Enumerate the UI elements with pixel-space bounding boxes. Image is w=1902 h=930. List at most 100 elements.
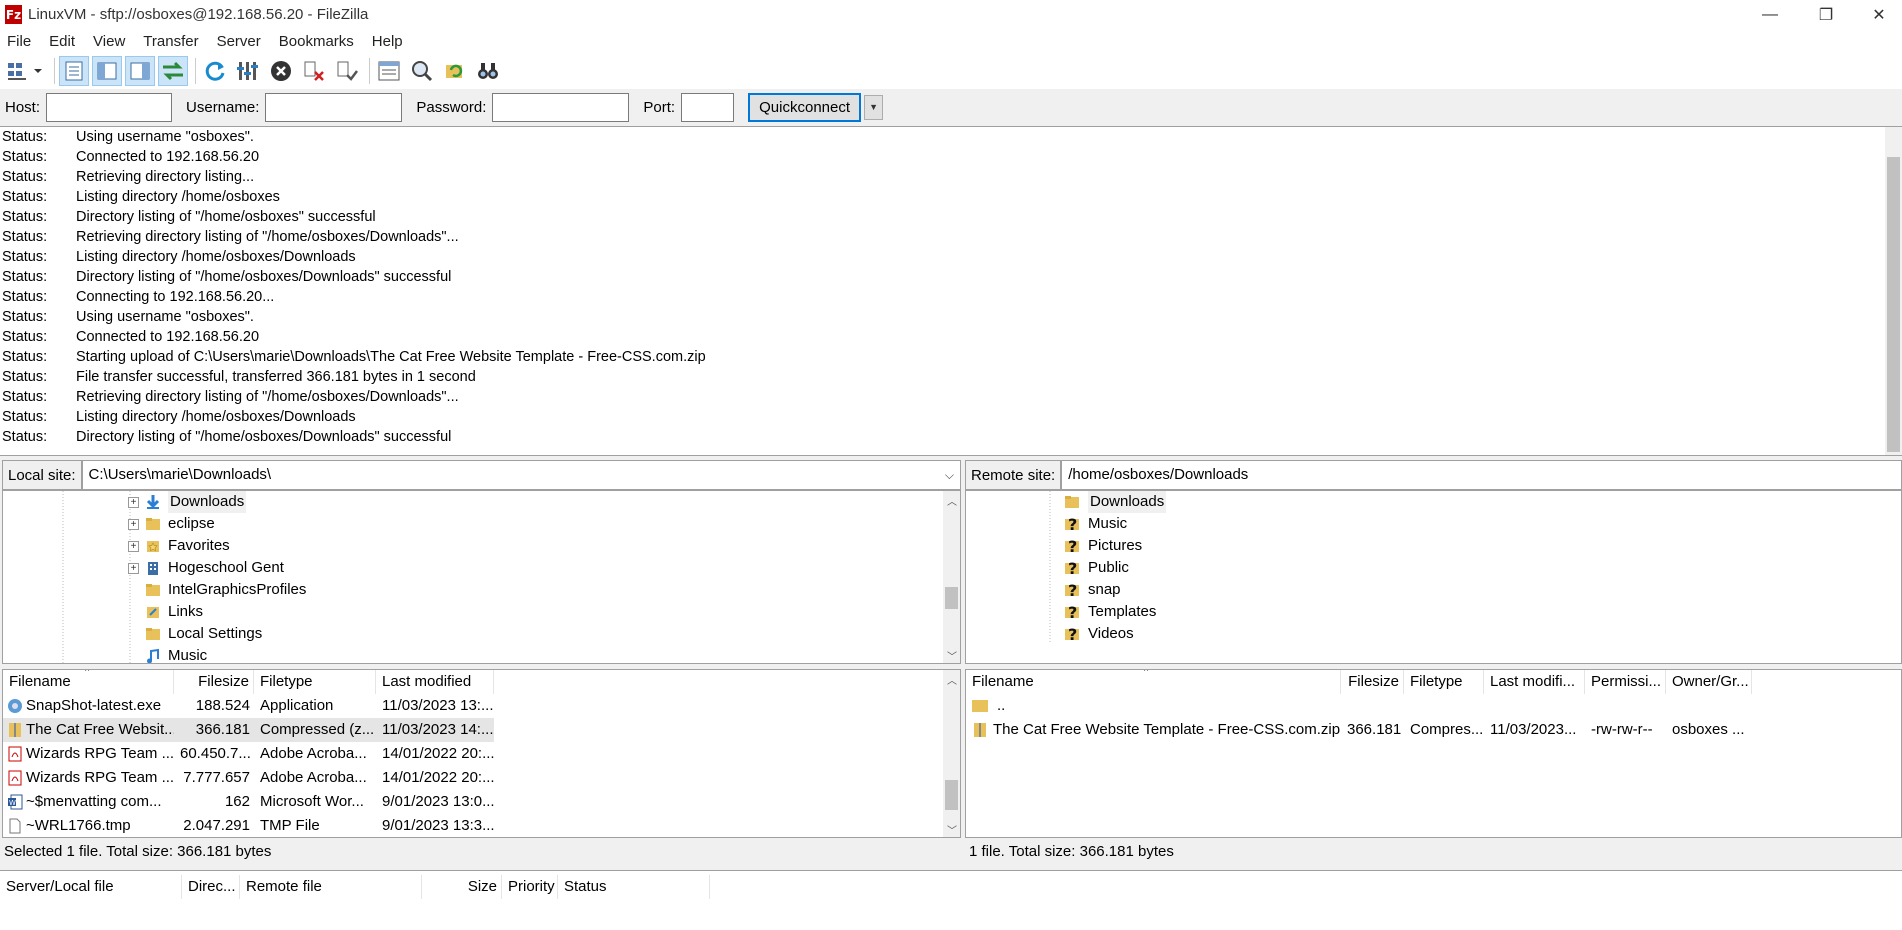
- remote-tree-item[interactable]: ? snap: [1064, 579, 1121, 601]
- column-permissions[interactable]: Permissi...: [1585, 670, 1666, 694]
- column-filetype[interactable]: Filetype: [254, 670, 376, 694]
- column-size[interactable]: Size: [422, 875, 502, 899]
- scroll-down-arrow-icon[interactable]: ﹀: [947, 822, 957, 837]
- local-tree-item[interactable]: + eclipse: [128, 513, 215, 535]
- menu-help[interactable]: Help: [363, 33, 412, 50]
- column-server-local-file[interactable]: Server/Local file: [0, 875, 182, 899]
- close-button[interactable]: ✕: [1856, 0, 1902, 29]
- local-directory-tree[interactable]: + Downloads + eclipse + Favorites + Hogeschool …: [2, 490, 961, 664]
- local-file-list[interactable]: Filename Filesize Filetype Last modified…: [2, 669, 961, 838]
- remote-tree-item[interactable]: ? Public: [1064, 557, 1129, 579]
- log-entry-message: Directory listing of "/home/osboxes" suc…: [76, 209, 376, 225]
- minimize-button[interactable]: —: [1747, 0, 1793, 29]
- column-filesize[interactable]: Filesize: [174, 670, 254, 694]
- search-files-button[interactable]: [473, 56, 503, 86]
- expand-plus-icon[interactable]: +: [128, 562, 139, 574]
- toggle-comparison-button[interactable]: [407, 56, 437, 86]
- remote-file-row[interactable]: The Cat Free Website Template - Free-CSS…: [966, 718, 1752, 742]
- remote-file-list[interactable]: Filename Filesize Filetype Last modifi..…: [965, 669, 1902, 838]
- local-list-scroll-thumb[interactable]: [945, 780, 958, 810]
- expand-plus-icon[interactable]: +: [128, 540, 139, 552]
- local-path-combobox[interactable]: C:\Users\marie\Downloads\ ⌵: [81, 460, 961, 490]
- port-input[interactable]: [681, 92, 735, 122]
- menu-view[interactable]: View: [84, 33, 134, 50]
- transfer-queue[interactable]: Server/Local file Direc... Remote file S…: [0, 870, 1902, 930]
- local-list-scrollbar[interactable]: ︿ ﹀: [943, 670, 960, 837]
- maximize-button[interactable]: ❐: [1803, 0, 1849, 29]
- host-input[interactable]: [46, 92, 173, 122]
- file-type: TMP File: [260, 817, 320, 834]
- local-tree-item[interactable]: + Downloads: [128, 491, 247, 513]
- menu-transfer[interactable]: Transfer: [134, 33, 207, 50]
- column-remote-file[interactable]: Remote file: [240, 875, 422, 899]
- toggle-local-tree-button[interactable]: [92, 56, 122, 86]
- toggle-transfer-queue-button[interactable]: [158, 56, 188, 86]
- remote-tree-item[interactable]: ? Pictures: [1064, 535, 1142, 557]
- remote-path-input[interactable]: /home/osboxes/Downloads: [1061, 460, 1902, 490]
- local-tree-item[interactable]: Local Settings: [145, 623, 262, 645]
- column-filetype[interactable]: Filetype: [1404, 670, 1484, 694]
- local-tree-item[interactable]: Links: [145, 601, 203, 623]
- expand-plus-icon[interactable]: +: [128, 496, 139, 508]
- local-tree-scrollbar[interactable]: ︿ ﹀: [943, 491, 960, 663]
- local-file-row[interactable]: The Cat Free Websit... 366.181 Compressed …: [3, 718, 494, 742]
- download-arrow-icon: [145, 494, 161, 510]
- column-filesize[interactable]: Filesize: [1341, 670, 1404, 694]
- menu-bookmarks[interactable]: Bookmarks: [270, 33, 363, 50]
- cancel-operation-button[interactable]: [266, 56, 296, 86]
- column-priority[interactable]: Priority: [502, 875, 558, 899]
- remote-directory-tree[interactable]: Downloads? Music? Pictures? Public? snap? Tem…: [965, 490, 1902, 664]
- column-status[interactable]: Status: [558, 875, 710, 899]
- reconnect-button[interactable]: [332, 56, 362, 86]
- disconnect-button[interactable]: [299, 56, 329, 86]
- quickconnect-button[interactable]: Quickconnect: [748, 92, 862, 122]
- local-tree-item[interactable]: IntelGraphicsProfiles: [145, 579, 306, 601]
- synchronized-browsing-button[interactable]: [440, 56, 470, 86]
- menu-edit[interactable]: Edit: [40, 33, 84, 50]
- log-entry: Status: Starting upload of C:\Users\marie…: [0, 347, 1902, 367]
- password-input[interactable]: [492, 92, 630, 122]
- message-log[interactable]: Status: Using username "osboxes". Status: C…: [0, 126, 1902, 456]
- site-manager-button[interactable]: [5, 56, 47, 86]
- column-direction[interactable]: Direc...: [182, 875, 240, 899]
- parent-directory-row[interactable]: ..: [966, 694, 1566, 718]
- column-last-modified[interactable]: Last modifi...: [1484, 670, 1585, 694]
- remote-tree-item[interactable]: ? Music: [1064, 513, 1127, 535]
- local-file-row[interactable]: SnapShot-latest.exe 188.524 Application 11/…: [3, 694, 494, 718]
- file-size: 162: [224, 793, 250, 810]
- toggle-message-log-button[interactable]: [59, 56, 89, 86]
- menu-server[interactable]: Server: [208, 33, 270, 50]
- remote-tree-item[interactable]: ? Templates: [1064, 601, 1156, 623]
- tree-item-label: eclipse: [168, 515, 215, 532]
- local-file-row[interactable]: Wizards RPG Team ... 7.777.657 Adobe Acrob…: [3, 766, 494, 790]
- menu-file[interactable]: File: [0, 33, 40, 50]
- scroll-down-arrow-icon[interactable]: ﹀: [947, 648, 957, 663]
- refresh-button[interactable]: [200, 56, 230, 86]
- local-file-row[interactable]: Wizards RPG Team ... 60.450.7... Adobe Acr…: [3, 742, 494, 766]
- local-tree-item[interactable]: + Favorites: [128, 535, 230, 557]
- scroll-up-arrow-icon[interactable]: ︿: [947, 672, 957, 687]
- scroll-up-arrow-icon[interactable]: ︿: [947, 493, 957, 508]
- local-file-row[interactable]: W ~$menvatting com... 162 Microsoft Wor... 9…: [3, 790, 494, 814]
- process-queue-button[interactable]: [233, 56, 263, 86]
- local-file-row[interactable]: ~WRL1766.tmp 2.047.291 TMP File 9/01/2023 1…: [3, 814, 494, 837]
- quickconnect-history-dropdown[interactable]: ▼: [864, 94, 884, 120]
- log-scrollbar[interactable]: [1885, 127, 1902, 455]
- port-label: Port:: [643, 98, 676, 116]
- local-tree-item[interactable]: + Hogeschool Gent: [128, 557, 284, 579]
- username-input[interactable]: [265, 92, 403, 122]
- local-tree-item[interactable]: Music: [145, 645, 207, 663]
- remote-tree-item[interactable]: ? Videos: [1064, 623, 1134, 645]
- remote-tree-item[interactable]: Downloads: [1064, 491, 1167, 513]
- log-scrollbar-thumb[interactable]: [1887, 157, 1900, 452]
- local-tree-scroll-thumb[interactable]: [945, 587, 958, 609]
- file-name: The Cat Free Website Template - Free-CSS…: [993, 721, 1341, 738]
- log-entry-message: Directory listing of "/home/osboxes/Down…: [76, 269, 452, 285]
- directory-filter-button[interactable]: [374, 56, 404, 86]
- expand-plus-icon[interactable]: +: [128, 518, 139, 530]
- column-filename[interactable]: Filename: [966, 670, 1341, 694]
- column-owner-group[interactable]: Owner/Gr...: [1666, 670, 1752, 694]
- toggle-remote-tree-button[interactable]: [125, 56, 155, 86]
- column-last-modified[interactable]: Last modified: [376, 670, 494, 694]
- chevron-down-icon[interactable]: ⌵: [945, 461, 954, 489]
